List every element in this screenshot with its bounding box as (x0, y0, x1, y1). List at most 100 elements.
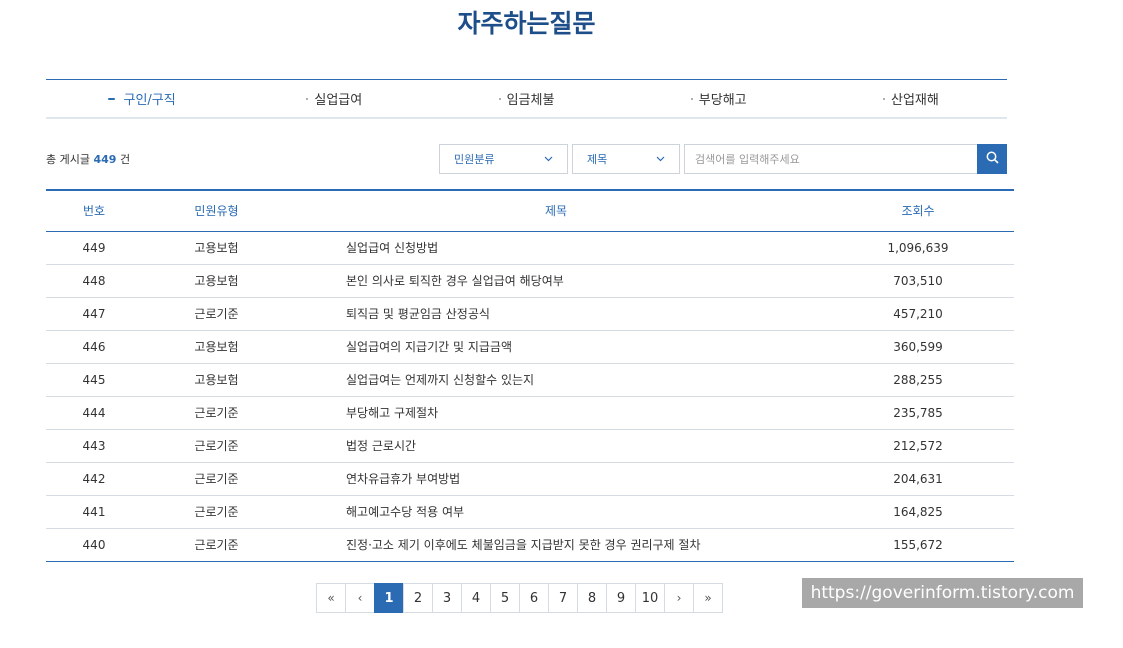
table-row[interactable]: 444 근로기준 부당해고 구제절차 235,785 (46, 396, 1014, 429)
table-row[interactable]: 445 고용보험 실업급여는 언제까지 신청할수 있는지 288,255 (46, 363, 1014, 396)
header-views: 조회수 (901, 204, 935, 219)
cell-type: 근로기준 (194, 472, 239, 486)
search-field-select-value: 제목 (587, 153, 608, 166)
page-button-8[interactable]: 8 (577, 583, 607, 613)
category-tabs: 구인/구직 실업급여 임금체불 부당해고 산업재해 (46, 79, 1007, 119)
tab-label: 부당해고 (698, 93, 747, 108)
cell-type: 근로기준 (194, 505, 239, 519)
tab-label: 실업급여 (314, 93, 363, 108)
cell-number: 449 (82, 240, 106, 255)
cell-title-link[interactable]: 퇴직금 및 평균임금 산정공식 (291, 297, 822, 330)
search-field-select[interactable]: 제목 (572, 144, 680, 174)
table-row[interactable]: 448 고용보험 본인 의사로 퇴직한 경우 실업급여 해당여부 703,510 (46, 264, 1014, 297)
page-button-6[interactable]: 6 (519, 583, 549, 613)
cell-title-link[interactable]: 해고예고수당 적용 여부 (291, 495, 822, 528)
header-number: 번호 (82, 204, 106, 219)
search-input[interactable] (684, 144, 978, 174)
cell-number: 447 (82, 306, 106, 321)
cell-title-link[interactable]: 부당해고 구제절차 (291, 396, 822, 429)
chevron-down-icon (544, 154, 553, 165)
page-button-10[interactable]: 10 (635, 583, 665, 613)
cell-type: 근로기준 (194, 406, 239, 420)
cell-views: 164,825 (893, 504, 943, 519)
tab-unfair-dismissal[interactable]: 부당해고 (623, 89, 815, 108)
page-button-5[interactable]: 5 (490, 583, 520, 613)
cell-number: 445 (82, 372, 106, 387)
cell-type: 근로기준 (194, 538, 239, 552)
total-prefix: 총 게시글 (46, 153, 90, 166)
cell-views: 204,631 (893, 471, 943, 486)
search-button[interactable] (977, 144, 1007, 174)
bullet-icon (108, 97, 116, 100)
chevron-down-icon (656, 154, 665, 165)
table-row[interactable]: 449 고용보험 실업급여 신청방법 1,096,639 (46, 231, 1014, 264)
tab-label: 산업재해 (890, 93, 939, 108)
cell-title-link[interactable]: 본인 의사로 퇴직한 경우 실업급여 해당여부 (291, 264, 822, 297)
total-count: 총 게시글 449 건 (46, 151, 130, 167)
table-row[interactable]: 447 근로기준 퇴직금 및 평균임금 산정공식 457,210 (46, 297, 1014, 330)
tab-unemployment-benefit[interactable]: 실업급여 (238, 89, 430, 108)
search-icon (986, 151, 999, 167)
next-page-button[interactable]: › (664, 583, 694, 613)
cell-views: 212,572 (893, 438, 943, 453)
cell-type: 고용보험 (194, 241, 239, 255)
page-button-2[interactable]: 2 (403, 583, 433, 613)
page-title: 자주하는질문 (457, 9, 596, 38)
cell-title-link[interactable]: 진정·고소 제기 이후에도 체불임금을 지급받지 못한 경우 권리구제 절차 (291, 528, 822, 561)
cell-title-link[interactable]: 실업급여 신청방법 (291, 231, 822, 264)
tab-industrial-accident[interactable]: 산업재해 (815, 89, 1007, 108)
header-type: 민원유형 (194, 204, 239, 219)
cell-title-link[interactable]: 실업급여의 지급기간 및 지급금액 (291, 330, 822, 363)
total-count-value: 449 (93, 153, 117, 166)
cell-views: 235,785 (893, 405, 943, 420)
table-row[interactable]: 442 근로기준 연차유급휴가 부여방법 204,631 (46, 462, 1014, 495)
cell-type: 근로기준 (194, 307, 239, 321)
page-button-7[interactable]: 7 (548, 583, 578, 613)
cell-number: 442 (82, 471, 106, 486)
cell-type: 고용보험 (194, 340, 239, 354)
bullet-icon (306, 97, 309, 100)
page-button-4[interactable]: 4 (461, 583, 491, 613)
tab-label: 구인/구직 (123, 93, 176, 108)
cell-title-link[interactable]: 실업급여는 언제까지 신청할수 있는지 (291, 363, 822, 396)
total-suffix: 건 (119, 153, 131, 166)
tab-job-search[interactable]: 구인/구직 (46, 89, 238, 108)
first-page-button[interactable]: « (316, 583, 346, 613)
last-page-button[interactable]: » (693, 583, 723, 613)
table-row[interactable]: 443 근로기준 법정 근로시간 212,572 (46, 429, 1014, 462)
cell-number: 441 (82, 504, 106, 519)
table-row[interactable]: 446 고용보험 실업급여의 지급기간 및 지급금액 360,599 (46, 330, 1014, 363)
cell-number: 443 (82, 438, 106, 453)
cell-views: 360,599 (893, 339, 943, 354)
cell-type: 고용보험 (194, 274, 239, 288)
pagination: « ‹ 1 2 3 4 5 6 7 8 9 10 › » (316, 583, 723, 613)
cell-number: 446 (82, 339, 106, 354)
cell-views: 288,255 (893, 372, 943, 387)
table-header-row: 번호 민원유형 제목 조회수 (46, 190, 1014, 231)
watermark: https://goverinform.tistory.com (802, 578, 1083, 608)
cell-views: 703,510 (893, 273, 943, 288)
cell-type: 고용보험 (194, 373, 239, 387)
tab-label: 임금체불 (506, 93, 555, 108)
category-select-value: 민원분류 (454, 153, 495, 166)
bullet-icon (882, 97, 885, 100)
table-row[interactable]: 441 근로기준 해고예고수당 적용 여부 164,825 (46, 495, 1014, 528)
table-row[interactable]: 440 근로기준 진정·고소 제기 이후에도 체불임금을 지급받지 못한 경우 권리… (46, 528, 1014, 561)
bullet-icon (498, 97, 501, 100)
tab-unpaid-wages[interactable]: 임금체불 (430, 89, 622, 108)
cell-number: 444 (82, 405, 106, 420)
cell-views: 1,096,639 (887, 240, 949, 255)
cell-title-link[interactable]: 연차유급휴가 부여방법 (291, 462, 822, 495)
category-select[interactable]: 민원분류 (439, 144, 568, 174)
page-button-9[interactable]: 9 (606, 583, 636, 613)
cell-number: 440 (82, 537, 106, 552)
bullet-icon (690, 97, 693, 100)
cell-type: 근로기준 (194, 439, 239, 453)
page-button-3[interactable]: 3 (432, 583, 462, 613)
prev-page-button[interactable]: ‹ (345, 583, 375, 613)
page-button-1[interactable]: 1 (374, 583, 404, 613)
cell-views: 155,672 (893, 537, 943, 552)
cell-views: 457,210 (893, 306, 943, 321)
cell-title-link[interactable]: 법정 근로시간 (291, 429, 822, 462)
faq-table: 번호 민원유형 제목 조회수 449 고용보험 실업급여 신청방법 1,096,639… (46, 189, 1014, 562)
